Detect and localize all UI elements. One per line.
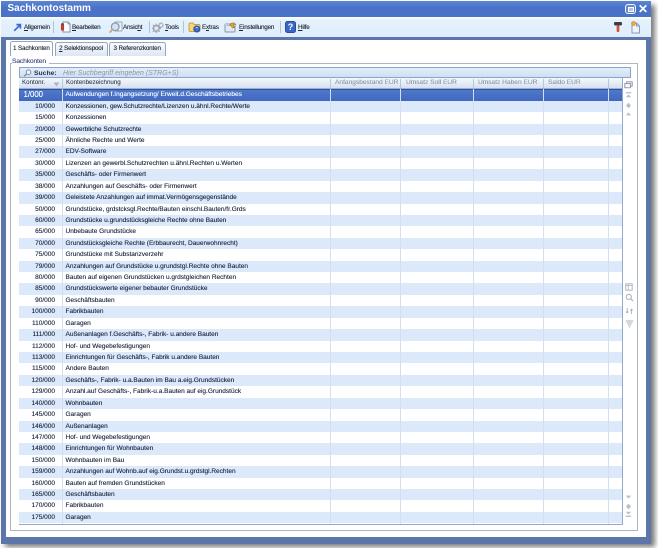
svg-text:?: ?	[288, 22, 294, 32]
